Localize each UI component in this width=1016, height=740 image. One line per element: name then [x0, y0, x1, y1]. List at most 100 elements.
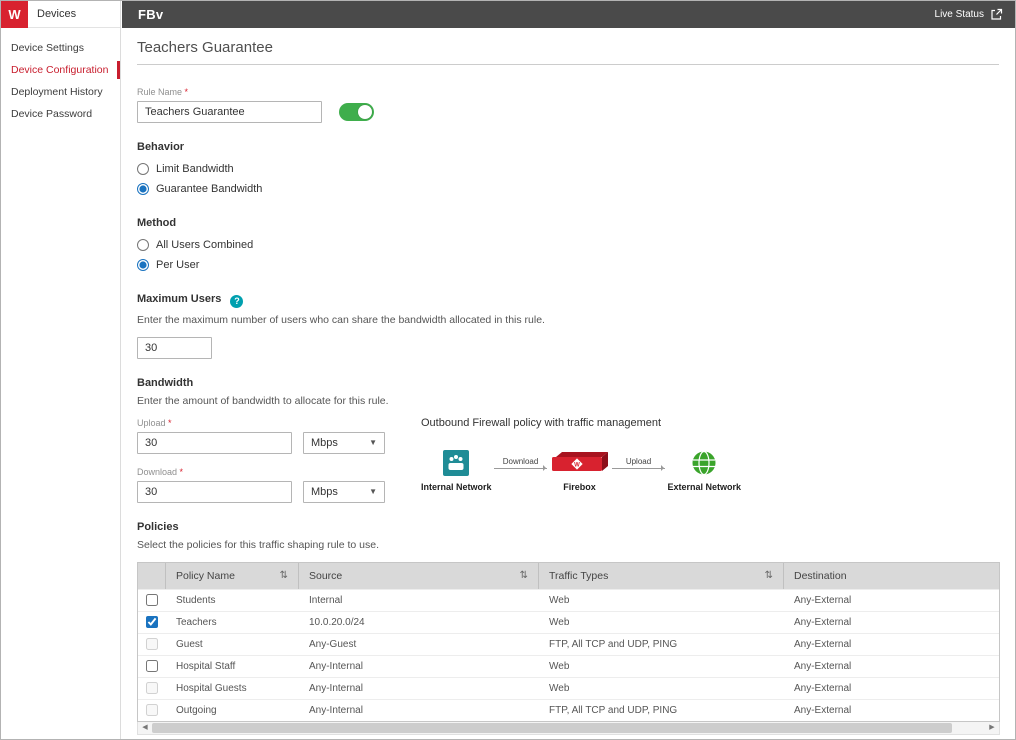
policy-checkbox-students[interactable] — [146, 594, 158, 606]
policy-traffic-types-cell: Web — [539, 590, 784, 611]
policy-destination-cell: Any-External — [784, 634, 999, 655]
svg-text:W: W — [574, 463, 580, 469]
internal-network-label: Internal Network — [421, 482, 492, 492]
diagram-title: Outbound Firewall policy with traffic ma… — [421, 417, 761, 429]
policy-traffic-types-cell: FTP, All TCP and UDP, PING — [539, 634, 784, 655]
scrollbar-track[interactable] — [152, 722, 985, 734]
behavior-option-label: Guarantee Bandwidth — [156, 183, 262, 195]
scroll-left-button[interactable]: ◀ — [138, 721, 152, 734]
sidebar-item-device-configuration[interactable]: Device Configuration — [1, 59, 120, 81]
policy-destination-cell: Any-External — [784, 700, 999, 721]
policy-traffic-types-cell: Web — [539, 656, 784, 677]
brand-label: Devices — [37, 8, 76, 20]
behavior-option-label: Limit Bandwidth — [156, 163, 234, 175]
method-option-label: All Users Combined — [156, 239, 253, 251]
firebox-node: W Firebox — [550, 450, 610, 492]
behavior-radio-0[interactable] — [137, 163, 149, 175]
column-header-policy-name[interactable]: Policy Name ⇅ — [166, 563, 299, 589]
upload-unit-select[interactable]: Mbps ▼ — [303, 432, 385, 454]
internal-network-icon — [443, 450, 469, 476]
policy-traffic-types-cell: Web — [539, 678, 784, 699]
behavior-option-limit-bandwidth[interactable]: Limit Bandwidth — [137, 159, 999, 179]
horizontal-scrollbar[interactable]: ◀ ▶ — [137, 722, 1000, 735]
column-header-traffic-types[interactable]: Traffic Types⇅ — [539, 563, 784, 589]
policy-row-teachers: Teachers10.0.20.0/24WebAny-External — [138, 611, 999, 633]
sidebar-item-deployment-history[interactable]: Deployment History — [1, 81, 120, 103]
method-option-per-user[interactable]: Per User — [137, 255, 999, 275]
column-header-label: Source — [309, 570, 512, 582]
method-label: Method — [137, 217, 999, 229]
column-header-label: Policy Name — [176, 570, 272, 582]
sort-icon[interactable]: ⇅ — [280, 570, 288, 581]
firebox-icon: W — [550, 450, 610, 476]
maximum-users-input[interactable] — [137, 337, 212, 359]
policy-checkbox-cell — [138, 678, 166, 699]
policy-checkbox-outgoing — [146, 704, 158, 716]
scrollbar-thumb[interactable] — [152, 723, 952, 733]
policy-destination-cell: Any-External — [784, 612, 999, 633]
policy-source-cell: Internal — [299, 590, 539, 611]
policies-description: Select the policies for this traffic sha… — [137, 539, 999, 551]
policy-name-cell: Students — [166, 590, 299, 611]
policy-traffic-types-cell: FTP, All TCP and UDP, PING — [539, 700, 784, 721]
policy-row-hospital-staff: Hospital StaffAny-InternalWebAny-Externa… — [138, 655, 999, 677]
sidebar-item-device-password[interactable]: Device Password — [1, 103, 120, 125]
method-radio-0[interactable] — [137, 239, 149, 251]
policy-traffic-types-cell: Web — [539, 612, 784, 633]
policy-name-cell: Hospital Guests — [166, 678, 299, 699]
policy-checkbox-cell — [138, 612, 166, 633]
method-option-all-users-combined[interactable]: All Users Combined — [137, 235, 999, 255]
sort-icon[interactable]: ⇅ — [520, 570, 528, 581]
upload-unit-value: Mbps — [311, 437, 338, 449]
policy-checkbox-guest — [146, 638, 158, 650]
maximum-users-label-text: Maximum Users — [137, 293, 221, 305]
policy-name-cell: Teachers — [166, 612, 299, 633]
policy-source-cell: Any-Internal — [299, 700, 539, 721]
policy-checkbox-hospital-guests — [146, 682, 158, 694]
firebox-label: Firebox — [563, 482, 596, 492]
live-status-link[interactable]: Live Status — [935, 8, 1003, 21]
download-unit-select[interactable]: Mbps ▼ — [303, 481, 385, 503]
rule-name-label: Rule Name * — [137, 87, 999, 97]
app-window: W Devices Device SettingsDevice Configur… — [0, 0, 1016, 740]
bandwidth-description: Enter the amount of bandwidth to allocat… — [137, 395, 999, 407]
policy-checkbox-hospital-staff[interactable] — [146, 660, 158, 672]
column-header-source[interactable]: Source ⇅ — [299, 563, 539, 589]
live-status-label: Live Status — [935, 9, 984, 20]
policies-header-row: Policy Name⇅Source⇅Traffic Types⇅Destina… — [138, 563, 999, 589]
column-header-label: Destination — [794, 570, 989, 582]
rule-name-input[interactable] — [137, 101, 322, 123]
sort-icon[interactable]: ⇅ — [765, 570, 773, 581]
policy-name-cell: Outgoing — [166, 700, 299, 721]
rule-enabled-toggle[interactable] — [339, 103, 374, 121]
sidebar: W Devices Device SettingsDevice Configur… — [1, 1, 121, 739]
policy-checkbox-cell — [138, 590, 166, 611]
page-title: Teachers Guarantee — [137, 39, 999, 65]
sidebar-nav: Device SettingsDevice ConfigurationDeplo… — [1, 28, 120, 125]
behavior-option-guarantee-bandwidth[interactable]: Guarantee Bandwidth — [137, 179, 999, 199]
main-content: Teachers Guarantee Rule Name * Behavior … — [122, 28, 1015, 739]
behavior-radio-1[interactable] — [137, 183, 149, 195]
policy-source-cell: 10.0.20.0/24 — [299, 612, 539, 633]
policy-source-cell: Any-Internal — [299, 678, 539, 699]
download-connector: Download — [492, 450, 550, 477]
maximum-users-description: Enter the maximum number of users who ca… — [137, 314, 999, 326]
bandwidth-zone: Upload * Mbps ▼ Download * — [137, 418, 999, 503]
column-header-destination: Destination — [784, 563, 999, 589]
required-asterisk: * — [168, 418, 172, 428]
upload-arrow — [612, 468, 664, 469]
external-network-node: External Network — [668, 450, 742, 492]
policy-checkbox-teachers[interactable] — [146, 616, 158, 628]
policy-row-students: StudentsInternalWebAny-External — [138, 589, 999, 611]
download-input[interactable] — [137, 481, 292, 503]
help-icon[interactable]: ? — [230, 295, 243, 308]
device-title: FBv — [138, 7, 163, 22]
policies-table: Policy Name⇅Source⇅Traffic Types⇅Destina… — [137, 562, 1000, 722]
method-radio-1[interactable] — [137, 259, 149, 271]
sidebar-item-device-settings[interactable]: Device Settings — [1, 37, 120, 59]
scroll-right-button[interactable]: ▶ — [985, 721, 999, 734]
upload-input[interactable] — [137, 432, 292, 454]
method-options: All Users Combined Per User — [137, 235, 999, 275]
policy-source-cell: Any-Internal — [299, 656, 539, 677]
policy-row-guest: GuestAny-GuestFTP, All TCP and UDP, PING… — [138, 633, 999, 655]
